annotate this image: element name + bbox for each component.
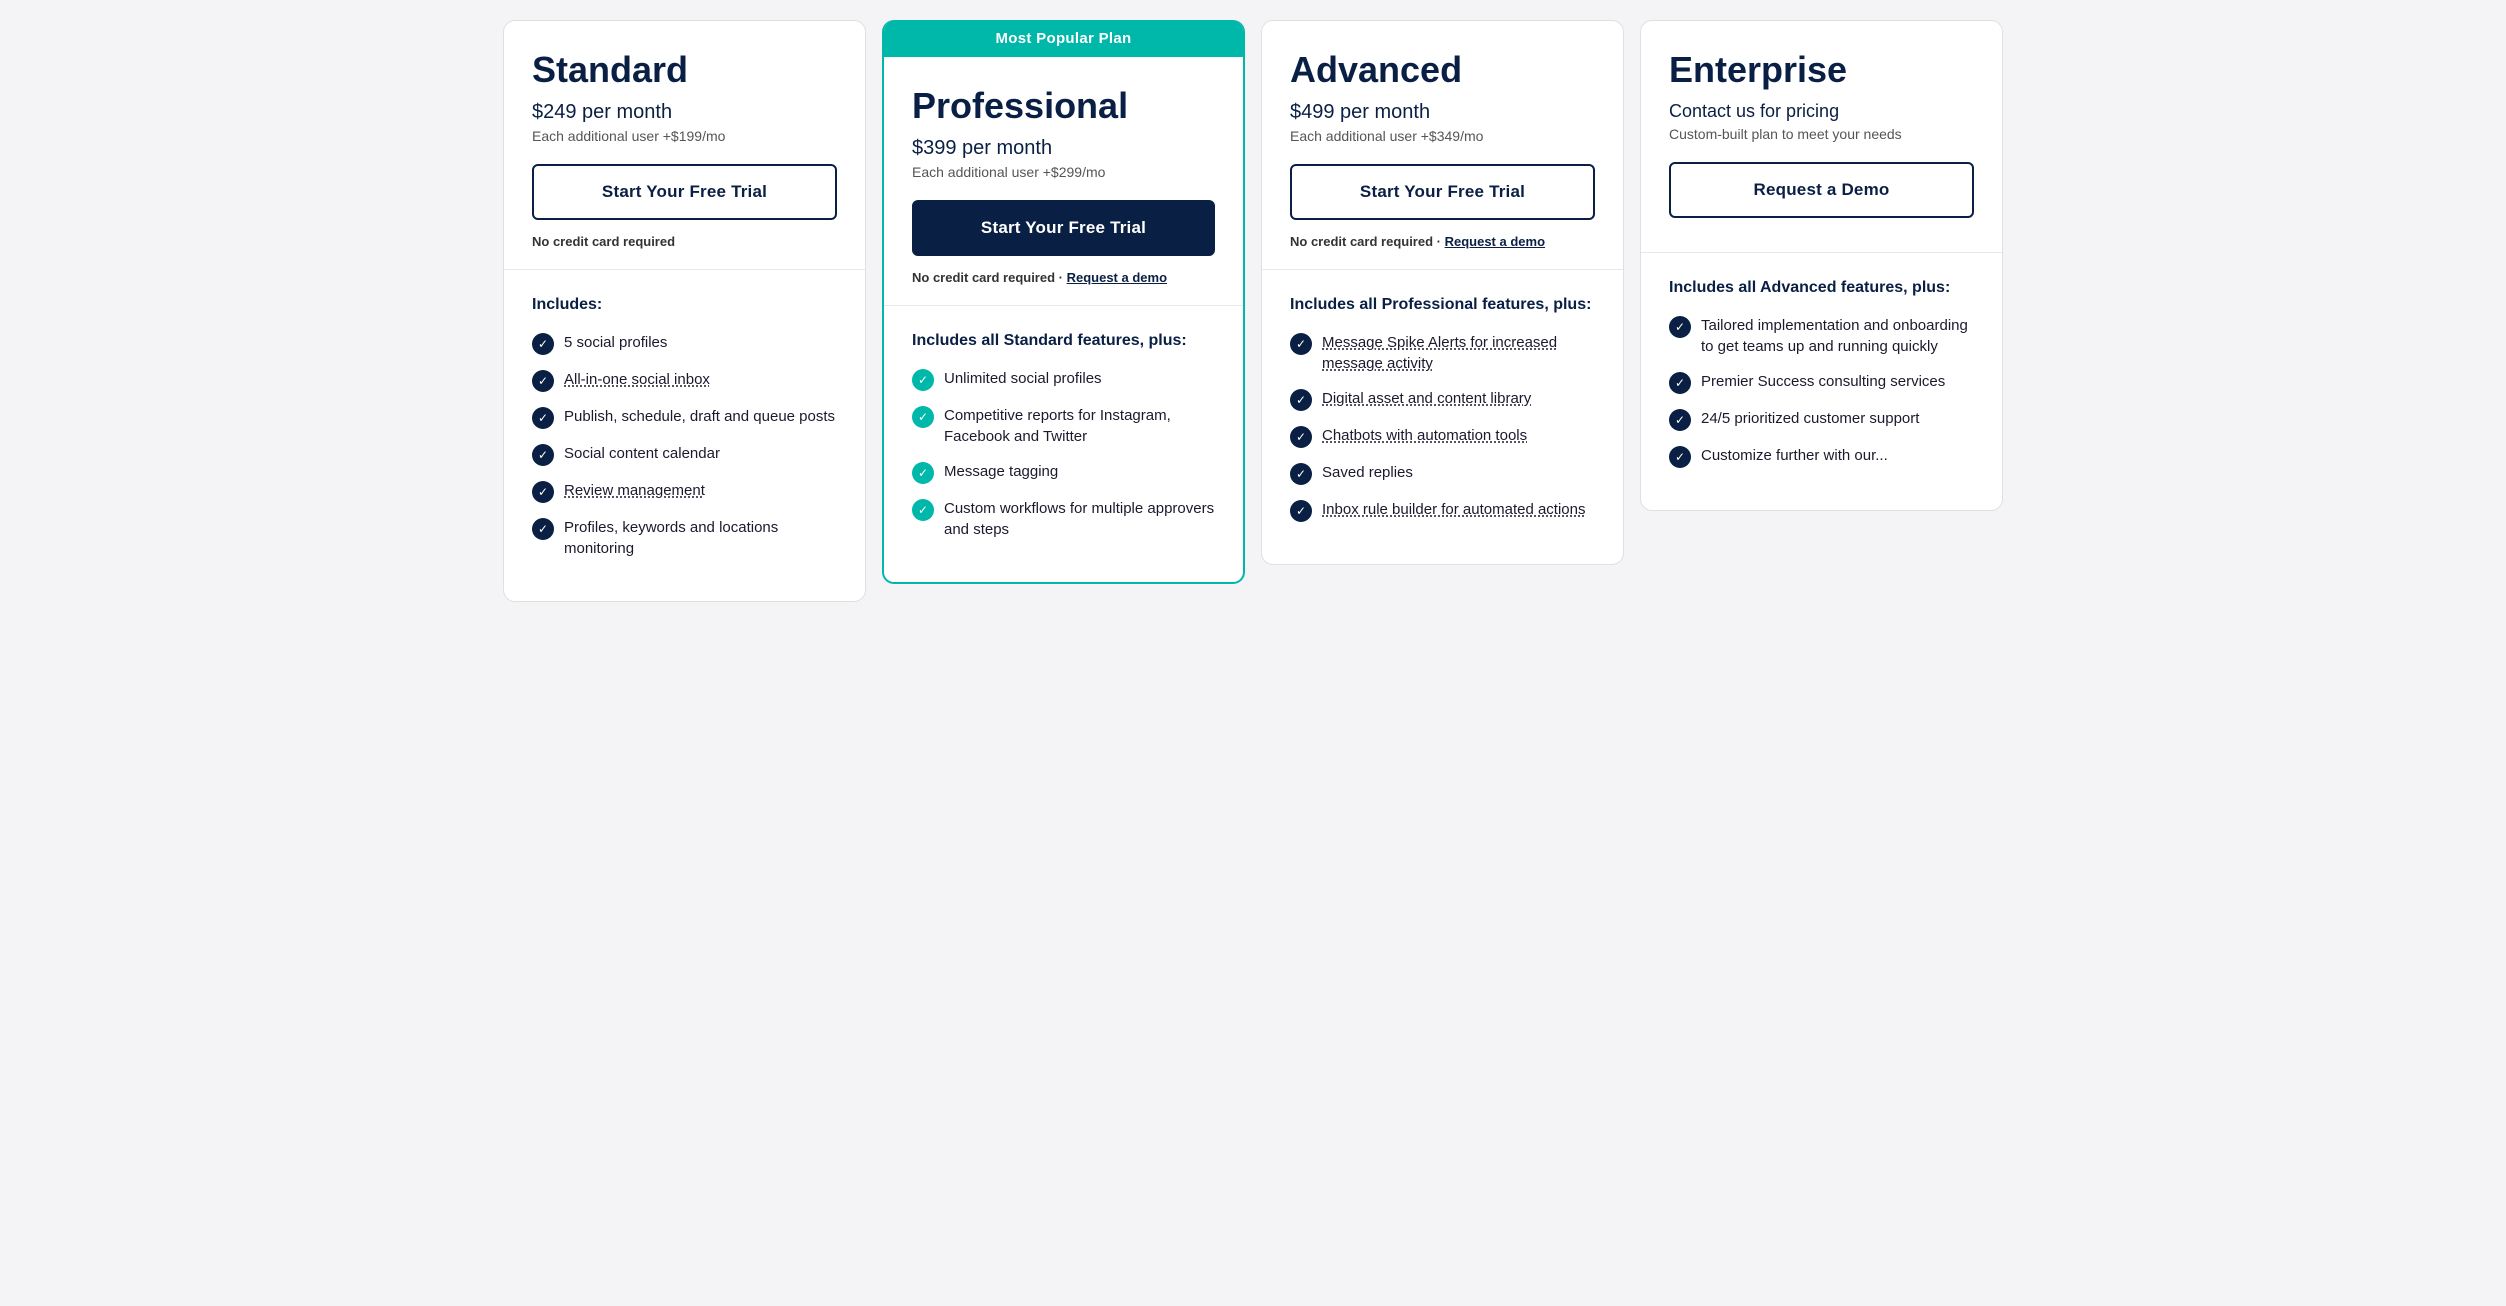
feature-item-professional-0: ✓ Unlimited social profiles (912, 368, 1215, 391)
features-heading-advanced: Includes all Professional features, plus… (1290, 294, 1595, 316)
feature-check-icon-advanced-2: ✓ (1290, 426, 1312, 448)
plan-name-advanced: Advanced (1290, 49, 1595, 91)
feature-text-advanced-1: Digital asset and content library (1322, 388, 1531, 409)
plan-name-professional: Professional (912, 85, 1215, 127)
plan-price-enterprise: Contact us for pricing (1669, 101, 1974, 122)
feature-item-enterprise-2: ✓ 24/5 prioritized customer support (1669, 408, 1974, 431)
no-cc-advanced: No credit card required · Request a demo (1290, 234, 1595, 249)
features-heading-standard: Includes: (532, 294, 837, 316)
feature-item-enterprise-3: ✓ Customize further with our... (1669, 445, 1974, 468)
feature-text-advanced-4: Inbox rule builder for automated actions (1322, 499, 1586, 520)
feature-item-professional-3: ✓ Custom workflows for multiple approvers… (912, 498, 1215, 540)
feature-text-enterprise-3: Customize further with our... (1701, 445, 1888, 466)
feature-check-icon-professional-2: ✓ (912, 462, 934, 484)
plan-price-advanced: $499 per month (1290, 101, 1595, 124)
plan-header-professional: Professional $399 per month Each additiona… (884, 57, 1243, 306)
feature-check-icon-advanced-4: ✓ (1290, 500, 1312, 522)
feature-text-enterprise-1: Premier Success consulting services (1701, 371, 1945, 392)
plan-card-enterprise: Enterprise Contact us for pricing Custom-b… (1640, 20, 2003, 511)
popular-badge: Most Popular Plan (884, 20, 1243, 57)
pricing-grid: Standard $249 per month Each additional us… (503, 20, 2003, 602)
request-demo-link-professional[interactable]: Request a demo (1067, 270, 1167, 285)
plan-header-standard: Standard $249 per month Each additional us… (504, 21, 865, 270)
plan-price-sub-professional: Each additional user +$299/mo (912, 164, 1215, 180)
feature-check-icon-standard-5: ✓ (532, 518, 554, 540)
feature-check-icon-standard-2: ✓ (532, 407, 554, 429)
cta-button-enterprise[interactable]: Request a Demo (1669, 162, 1974, 218)
plan-header-advanced: Advanced $499 per month Each additional us… (1262, 21, 1623, 270)
feature-check-icon-enterprise-3: ✓ (1669, 446, 1691, 468)
feature-check-icon-advanced-1: ✓ (1290, 389, 1312, 411)
feature-item-professional-1: ✓ Competitive reports for Instagram, Face… (912, 405, 1215, 447)
feature-text-standard-0: 5 social profiles (564, 332, 667, 353)
feature-item-enterprise-1: ✓ Premier Success consulting services (1669, 371, 1974, 394)
feature-text-standard-5: Profiles, keywords and locations monitor… (564, 517, 837, 559)
plan-features-standard: Includes: ✓ 5 social profiles ✓ All-in-one s… (504, 270, 865, 601)
plan-price-standard: $249 per month (532, 101, 837, 124)
feature-text-professional-0: Unlimited social profiles (944, 368, 1102, 389)
feature-item-standard-2: ✓ Publish, schedule, draft and queue post… (532, 406, 837, 429)
feature-text-standard-2: Publish, schedule, draft and queue posts (564, 406, 835, 427)
feature-text-professional-1: Competitive reports for Instagram, Faceb… (944, 405, 1215, 447)
plan-card-standard: Standard $249 per month Each additional us… (503, 20, 866, 602)
feature-check-icon-enterprise-2: ✓ (1669, 409, 1691, 431)
feature-check-icon-professional-1: ✓ (912, 406, 934, 428)
plan-features-professional: Includes all Standard features, plus: ✓ Un… (884, 306, 1243, 582)
feature-text-standard-1: All-in-one social inbox (564, 369, 710, 390)
feature-check-icon-standard-1: ✓ (532, 370, 554, 392)
feature-check-icon-standard-4: ✓ (532, 481, 554, 503)
feature-item-advanced-4: ✓ Inbox rule builder for automated action… (1290, 499, 1595, 522)
plan-features-enterprise: Includes all Advanced features, plus: ✓ Ta… (1641, 253, 2002, 510)
feature-check-icon-standard-0: ✓ (532, 333, 554, 355)
feature-item-standard-4: ✓ Review management (532, 480, 837, 503)
feature-text-advanced-3: Saved replies (1322, 462, 1413, 483)
feature-check-icon-professional-0: ✓ (912, 369, 934, 391)
feature-item-advanced-2: ✓ Chatbots with automation tools (1290, 425, 1595, 448)
feature-check-icon-enterprise-0: ✓ (1669, 316, 1691, 338)
cta-button-professional[interactable]: Start Your Free Trial (912, 200, 1215, 256)
feature-item-advanced-0: ✓ Message Spike Alerts for increased mess… (1290, 332, 1595, 374)
no-cc-standard: No credit card required (532, 234, 837, 249)
feature-item-standard-3: ✓ Social content calendar (532, 443, 837, 466)
feature-check-icon-advanced-0: ✓ (1290, 333, 1312, 355)
feature-item-advanced-3: ✓ Saved replies (1290, 462, 1595, 485)
plan-price-sub-advanced: Each additional user +$349/mo (1290, 128, 1595, 144)
feature-item-advanced-1: ✓ Digital asset and content library (1290, 388, 1595, 411)
plan-card-advanced: Advanced $499 per month Each additional us… (1261, 20, 1624, 565)
cta-button-standard[interactable]: Start Your Free Trial (532, 164, 837, 220)
request-demo-link-advanced[interactable]: Request a demo (1445, 234, 1545, 249)
plan-name-enterprise: Enterprise (1669, 49, 1974, 91)
feature-text-professional-3: Custom workflows for multiple approvers … (944, 498, 1215, 540)
features-heading-professional: Includes all Standard features, plus: (912, 330, 1215, 352)
feature-text-advanced-2: Chatbots with automation tools (1322, 425, 1527, 446)
plan-name-standard: Standard (532, 49, 837, 91)
no-cc-professional: No credit card required · Request a demo (912, 270, 1215, 285)
feature-item-professional-2: ✓ Message tagging (912, 461, 1215, 484)
feature-text-enterprise-2: 24/5 prioritized customer support (1701, 408, 1919, 429)
feature-item-standard-1: ✓ All-in-one social inbox (532, 369, 837, 392)
feature-item-standard-5: ✓ Profiles, keywords and locations monito… (532, 517, 837, 559)
feature-text-advanced-0: Message Spike Alerts for increased messa… (1322, 332, 1595, 374)
feature-item-standard-0: ✓ 5 social profiles (532, 332, 837, 355)
feature-text-enterprise-0: Tailored implementation and onboarding t… (1701, 315, 1974, 357)
plan-header-enterprise: Enterprise Contact us for pricing Custom-b… (1641, 21, 2002, 253)
feature-text-standard-4: Review management (564, 480, 705, 501)
plan-price-sub-enterprise: Custom-built plan to meet your needs (1669, 126, 1974, 142)
feature-item-enterprise-0: ✓ Tailored implementation and onboarding … (1669, 315, 1974, 357)
plan-price-sub-standard: Each additional user +$199/mo (532, 128, 837, 144)
feature-check-icon-professional-3: ✓ (912, 499, 934, 521)
feature-check-icon-advanced-3: ✓ (1290, 463, 1312, 485)
feature-text-standard-3: Social content calendar (564, 443, 720, 464)
feature-text-professional-2: Message tagging (944, 461, 1058, 482)
plan-card-professional: Most Popular Plan Professional $399 per mo… (882, 20, 1245, 584)
plan-price-professional: $399 per month (912, 137, 1215, 160)
cta-button-advanced[interactable]: Start Your Free Trial (1290, 164, 1595, 220)
plan-features-advanced: Includes all Professional features, plus… (1262, 270, 1623, 564)
feature-check-icon-enterprise-1: ✓ (1669, 372, 1691, 394)
feature-check-icon-standard-3: ✓ (532, 444, 554, 466)
features-heading-enterprise: Includes all Advanced features, plus: (1669, 277, 1974, 299)
